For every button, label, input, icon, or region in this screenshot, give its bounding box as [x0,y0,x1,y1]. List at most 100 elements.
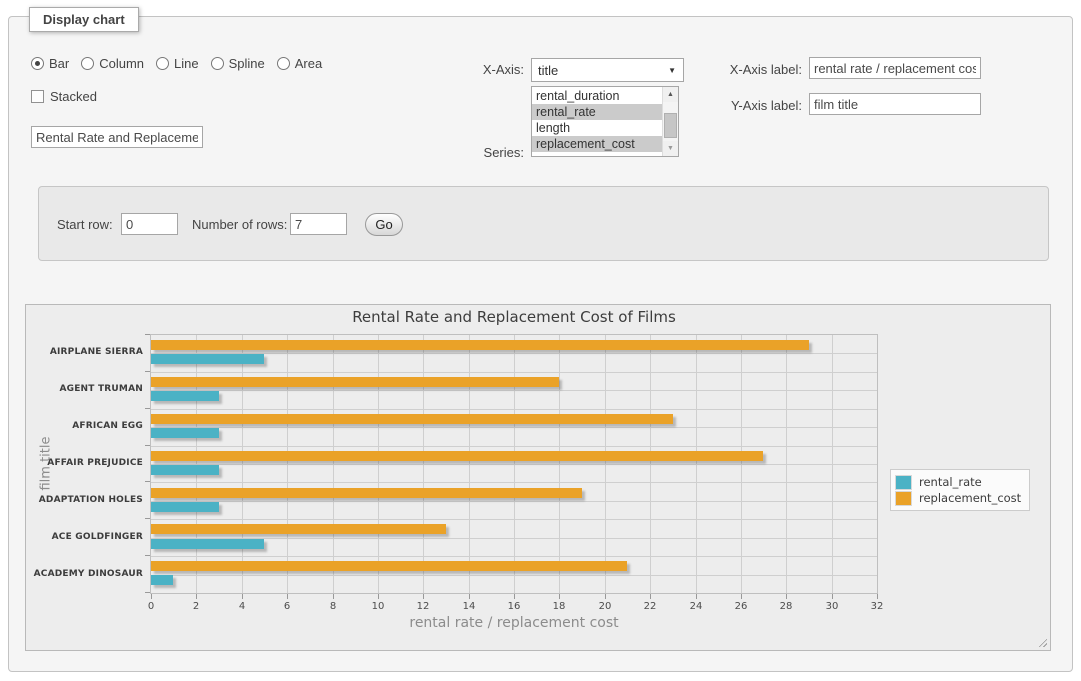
gridline-horizontal [151,427,877,428]
chart-type-radio-group: Bar Column Line Spline Area [31,56,334,71]
chart-panel: Rental Rate and Replacement Cost of Film… [25,304,1051,651]
x-tick-label: 2 [193,601,199,612]
x-tick-mark [423,594,424,599]
chart-legend: rental_rate replacement_cost [890,469,1030,511]
x-tick-label: 4 [239,601,245,612]
x-tick-mark [786,594,787,599]
x-tick-label: 24 [690,601,703,612]
bar-replacement_cost[interactable] [151,451,763,461]
scroll-down-icon[interactable]: ▼ [663,141,678,156]
x-tick-label: 26 [735,601,748,612]
category-label: AIRPLANE SIERRA [26,347,143,357]
x-tick-label: 8 [330,601,336,612]
number-of-rows-input[interactable] [290,213,347,235]
bar-rental_rate[interactable] [151,428,219,438]
x-tick-mark [650,594,651,599]
display-chart-fieldset: Display chart BarColumnLineSplineArea St… [8,16,1073,672]
bar-rental_rate[interactable] [151,465,219,475]
gridline-horizontal [151,482,877,483]
chart-title-input[interactable] [31,126,203,148]
x-tick-mark [469,594,470,599]
x-tick-label: 28 [780,601,793,612]
x-tick-mark [242,594,243,599]
radio-button-icon[interactable] [156,57,169,70]
gridline-horizontal [151,519,877,520]
legend-swatch-rental_rate [896,476,911,489]
go-button[interactable]: Go [365,213,403,236]
bar-rental_rate[interactable] [151,575,173,585]
x-tick-mark [333,594,334,599]
gridline-horizontal [151,372,877,373]
resize-handle-icon[interactable] [1037,637,1047,647]
y-axis-label-input[interactable] [809,93,981,115]
plot-area [150,334,878,594]
number-of-rows-label: Number of rows: [192,217,287,232]
radio-button-icon[interactable] [277,57,290,70]
series-multiselect[interactable]: rental_durationrental_ratelengthreplacem… [531,86,679,157]
radio-button-icon[interactable] [211,57,224,70]
radio-button-icon[interactable] [31,57,44,70]
series-option-replacement_cost[interactable]: replacement_cost [532,136,662,152]
stacked-checkbox[interactable] [31,90,44,103]
chart-type-option-line[interactable]: Line [156,56,199,71]
series-option-length[interactable]: length [532,120,662,136]
x-tick-label: 14 [463,601,476,612]
chart-title: Rental Rate and Replacement Cost of Film… [150,308,878,326]
stacked-checkbox-row[interactable]: Stacked [31,89,97,104]
chart-type-option-column[interactable]: Column [81,56,144,71]
x-tick-label: 16 [508,601,521,612]
row-range-panel: Start row: Number of rows: Go [38,186,1049,261]
category-label: ADAPTATION HOLES [26,495,143,505]
x-tick-mark [832,594,833,599]
bar-rental_rate[interactable] [151,354,264,364]
bar-replacement_cost[interactable] [151,524,446,534]
x-tick-label: 6 [284,601,290,612]
radio-button-icon[interactable] [81,57,94,70]
scrollbar-thumb[interactable] [664,113,677,138]
y-tick-mark [145,518,150,519]
bar-rental_rate[interactable] [151,391,219,401]
bar-rental_rate[interactable] [151,502,219,512]
legend-label: rental_rate [919,475,982,489]
bar-rental_rate[interactable] [151,539,264,549]
stacked-label: Stacked [50,89,97,104]
chart-type-option-area[interactable]: Area [277,56,322,71]
chart-type-option-label: Spline [229,56,265,71]
legend-swatch-replacement_cost [896,492,911,505]
chart-type-option-label: Bar [49,56,69,71]
x-axis-label-caption: X-Axis label: [619,62,802,77]
chart-type-option-label: Line [174,56,199,71]
legend-label: replacement_cost [919,491,1021,505]
chart-type-option-spline[interactable]: Spline [211,56,265,71]
x-axis-label-input[interactable] [809,57,981,79]
x-tick-mark [514,594,515,599]
category-label: AFRICAN EGG [26,421,143,431]
gridline-horizontal [151,409,877,410]
x-tick-label: 32 [871,601,884,612]
display-chart-legend: Display chart [29,7,139,32]
category-label: AGENT TRUMAN [26,384,143,394]
x-axis-selected-value: title [538,63,558,78]
chart-type-option-bar[interactable]: Bar [31,56,69,71]
gridline-horizontal [151,464,877,465]
x-tick-label: 20 [599,601,612,612]
y-tick-mark [145,334,150,335]
bar-replacement_cost[interactable] [151,377,559,387]
x-tick-mark [559,594,560,599]
y-tick-mark [145,408,150,409]
bar-replacement_cost[interactable] [151,561,627,571]
category-label: ACADEMY DINOSAUR [26,569,143,579]
bar-replacement_cost[interactable] [151,488,582,498]
category-label: AFFAIR PREJUDICE [26,458,143,468]
x-tick-mark [378,594,379,599]
start-row-input[interactable] [121,213,178,235]
x-tick-mark [696,594,697,599]
y-tick-mark [145,555,150,556]
chart-x-axis-label: rental rate / replacement cost [150,615,878,631]
x-tick-label: 12 [417,601,430,612]
gridline-horizontal [151,446,877,447]
bar-replacement_cost[interactable] [151,414,673,424]
x-tick-label: 0 [148,601,154,612]
bar-replacement_cost[interactable] [151,340,809,350]
x-tick-label: 22 [644,601,657,612]
